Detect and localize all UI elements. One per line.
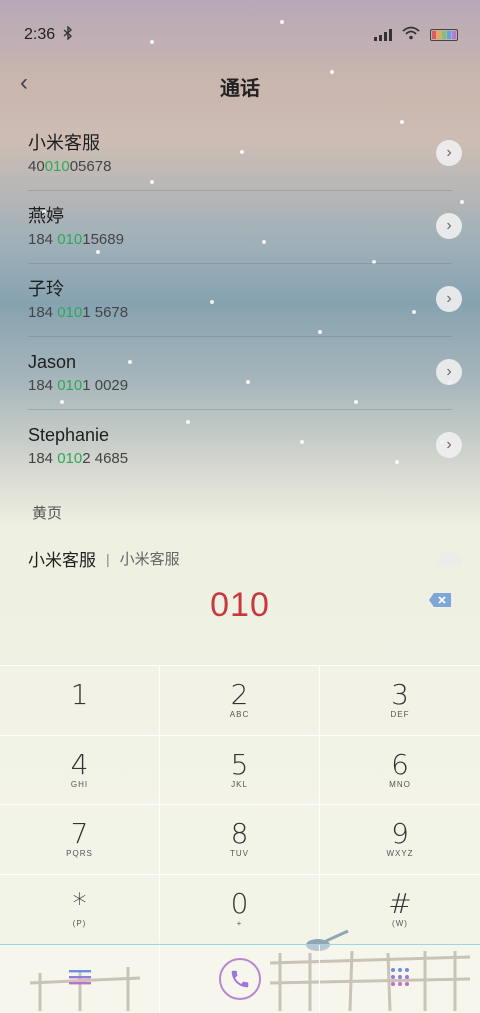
key-3[interactable]: 3 DEF: [320, 665, 480, 735]
key-2[interactable]: 2 ABC: [160, 665, 320, 735]
key-4[interactable]: 4 GHI: [0, 734, 160, 804]
bottom-bar: [0, 944, 480, 1013]
chevron-right-icon[interactable]: ›: [436, 213, 462, 239]
chevron-right-icon[interactable]: ›: [436, 286, 462, 312]
contact-row[interactable]: 子玲 184 0101 5678 ›: [0, 264, 480, 337]
contact-name: 小米客服: [28, 133, 100, 153]
bluetooth-icon: [63, 24, 73, 45]
menu-button[interactable]: [0, 945, 160, 1013]
contact-row[interactable]: Stephanie 184 0102 4685 ›: [0, 410, 480, 483]
dial-input: 010: [210, 586, 270, 624]
backspace-icon[interactable]: [428, 592, 452, 608]
key-8[interactable]: 8 TUV: [160, 804, 320, 874]
yellow-pages-header: 黄页: [32, 505, 63, 522]
contact-row[interactable]: 燕婷 184 01015689 ›: [0, 191, 480, 264]
contact-name: Stephanie: [28, 425, 110, 445]
call-button[interactable]: [160, 945, 320, 1013]
dialpad-toggle-button[interactable]: [320, 945, 480, 1013]
contact-number: 184 01015689: [28, 231, 124, 248]
chevron-right-icon[interactable]: ›: [436, 432, 462, 458]
menu-icon: [68, 968, 92, 991]
chevron-right-icon[interactable]: ›: [436, 359, 462, 385]
status-bar: 2:36: [0, 0, 480, 52]
yp-separator: |: [106, 550, 110, 567]
key-0[interactable]: 0 +: [160, 873, 320, 943]
battery-icon: [430, 29, 458, 41]
status-time: 2:36: [24, 26, 56, 43]
contact-row[interactable]: Jason 184 0101 0029 ›: [0, 337, 480, 410]
key-star[interactable]: * (P): [0, 873, 160, 943]
contact-number: 4001005678: [28, 158, 112, 175]
yp-entry-sub: 小米客服: [119, 551, 180, 568]
signal-icon: [374, 29, 392, 41]
key-7[interactable]: 7 PQRS: [0, 804, 160, 874]
dialpad: 1 2 ABC 3 DEF 4 GHI 5 JKL 6 MNO 7 PQRS 8 TUV 9W…: [0, 665, 480, 943]
contact-name: Jason: [28, 352, 77, 372]
contact-name: 子玲: [28, 279, 64, 299]
key-6[interactable]: 6 MNO: [320, 734, 480, 804]
chevron-right-icon[interactable]: ›: [436, 140, 462, 166]
phone-icon: [218, 958, 261, 1000]
contact-number: 184 0102 4685: [28, 450, 129, 467]
contact-list: 小米客服 4001005678 › 燕婷 184 01015689 › 子玲 1…: [0, 118, 480, 483]
wifi-icon: [402, 26, 420, 45]
key-1[interactable]: 1: [0, 665, 160, 735]
contact-row[interactable]: 小米客服 4001005678 ›: [0, 118, 480, 191]
page-title: 通话: [220, 78, 260, 100]
contact-name: 燕婷: [28, 206, 64, 226]
key-9[interactable]: 9 WXYZ: [320, 804, 480, 874]
title-bar: ‹ 通话: [0, 60, 480, 108]
contact-number: 184 0101 5678: [28, 304, 129, 321]
key-5[interactable]: 5 JKL: [160, 734, 320, 804]
yp-entry-name: 小米客服: [28, 551, 96, 570]
dialpad-icon: [389, 966, 411, 993]
yellow-pages-entry[interactable]: 小米客服 | 小米客服: [28, 546, 180, 571]
contact-number: 184 0101 0029: [28, 377, 129, 394]
key-hash[interactable]: # (W): [320, 873, 480, 943]
yp-detail-button[interactable]: [436, 552, 462, 566]
